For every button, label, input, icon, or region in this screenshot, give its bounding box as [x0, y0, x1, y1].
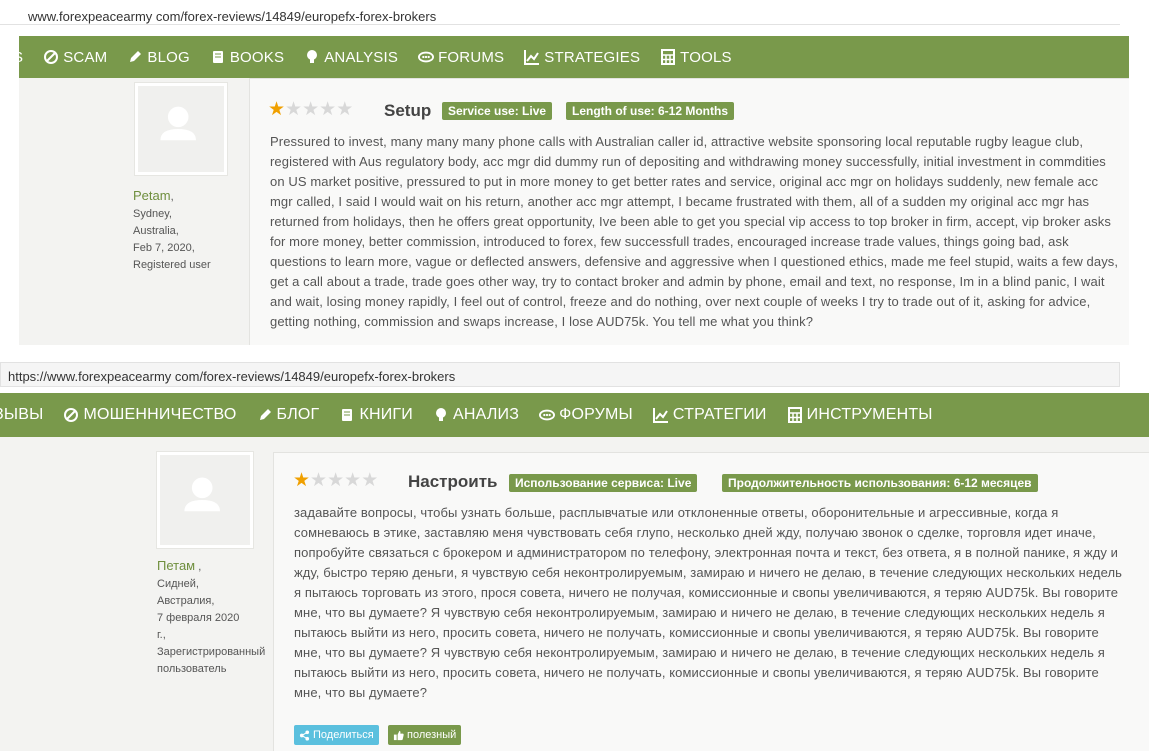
review-body: задавайте вопросы, чтобы узнать больше, … — [294, 505, 1123, 700]
page-url[interactable]: https://www.forexpeacearmy com/forex-rev… — [8, 369, 455, 384]
nav-label: BLOG — [147, 48, 190, 66]
book-icon — [342, 409, 353, 421]
nav-label: ЗЫВЫ — [0, 406, 44, 423]
review-date: 7 февраля 2020 г., — [157, 612, 240, 641]
reviewer-name[interactable]: Петам — [157, 558, 195, 573]
page-url[interactable]: www.forexpeacearmy com/forex-reviews/148… — [28, 9, 436, 24]
review-body: Pressured to invest, many many many phon… — [270, 134, 1119, 329]
nav-item-scam[interactable]: МОШЕННИЧЕСТВО — [63, 406, 236, 424]
chat-icon — [418, 51, 435, 63]
star-empty-icon: ★ — [336, 99, 354, 120]
reviewer-name[interactable]: Petam — [133, 188, 171, 203]
nav-label: S — [13, 48, 24, 66]
avatar[interactable] — [135, 83, 227, 175]
english-screenshot: www.forexpeacearmy com/forex-reviews/148… — [0, 0, 1149, 345]
nav-label: FORUMS — [438, 48, 505, 66]
reviewer-country: Австралия, — [157, 595, 215, 607]
nav-item-truncated[interactable]: S — [13, 49, 23, 66]
chart-icon — [652, 408, 668, 423]
nav-label: АНАЛИЗ — [452, 406, 520, 423]
book-icon — [212, 51, 223, 63]
russian-screenshot: https://www.forexpeacearmy com/forex-rev… — [0, 362, 1149, 751]
star-empty-icon: ★ — [302, 99, 320, 120]
length-of-use-badge: Продолжительность использования: 6-12 ме… — [722, 474, 1038, 492]
nav-item-forums[interactable]: FORUMS — [418, 49, 504, 66]
useful-button[interactable]: полезный — [388, 725, 462, 745]
chart-icon — [524, 50, 540, 65]
review-title: Setup — [384, 101, 432, 120]
star-filled-icon: ★ — [293, 470, 311, 491]
star-empty-icon: ★ — [310, 470, 328, 491]
nav-item-books[interactable]: BOOKS — [210, 49, 284, 66]
pencil-icon — [259, 409, 271, 420]
share-label: Поделиться — [313, 729, 374, 741]
nav-item-truncated[interactable]: ЗЫВЫ — [0, 406, 43, 424]
ban-icon — [64, 408, 79, 422]
nav-item-strategies[interactable]: СТРАТЕГИИ — [652, 406, 767, 424]
bulb-icon — [307, 50, 318, 63]
nav-item-books[interactable]: КНИГИ — [339, 406, 413, 424]
nav-label: СТРАТЕГИИ — [672, 406, 767, 423]
nav-item-analysis[interactable]: ANALYSIS — [304, 49, 398, 66]
nav-item-tools[interactable]: TOOLS — [660, 49, 732, 66]
reviewer-city: Sydney, — [133, 208, 172, 220]
main-navigation: S SCAM BLOG BOOKS ANALYSIS FORUMS STRATE… — [13, 36, 1129, 78]
length-of-use-badge: Length of use: 6-12 Months — [566, 102, 734, 120]
share-icon — [299, 729, 310, 741]
star-empty-icon: ★ — [327, 470, 345, 491]
service-use-badge: Использование сервиса: Live — [509, 474, 698, 492]
chat-icon — [539, 409, 556, 421]
nav-label: ИНСТРУМЕНТЫ — [806, 406, 933, 423]
avatar[interactable] — [157, 452, 253, 548]
thumbs-up-icon — [393, 730, 404, 740]
nav-item-strategies[interactable]: STRATEGIES — [524, 49, 640, 66]
star-empty-icon: ★ — [285, 99, 303, 120]
nav-item-analysis[interactable]: АНАЛИЗ — [433, 406, 519, 424]
user-silhouette-icon — [184, 477, 220, 512]
star-empty-icon: ★ — [319, 99, 337, 120]
nav-label: БЛОГ — [276, 406, 320, 423]
nav-item-tools[interactable]: ИНСТРУМЕНТЫ — [787, 406, 933, 424]
useful-label: полезный — [407, 729, 457, 741]
service-use-badge: Service use: Live — [442, 102, 553, 120]
nav-label: SCAM — [63, 48, 108, 66]
main-navigation: ЗЫВЫ МОШЕННИЧЕСТВО БЛОГ КНИГИ АНАЛИЗ ФОР… — [0, 393, 1149, 437]
nav-label: МОШЕННИЧЕСТВО — [83, 406, 237, 423]
nav-item-forums[interactable]: ФОРУМЫ — [539, 406, 633, 424]
reviewer-city: Сидней, — [157, 578, 199, 590]
reviewer-status: Зарегистрированный пользователь — [157, 646, 266, 675]
rating-stars: ★ ★ ★ ★ ★ — [268, 100, 353, 119]
star-empty-icon: ★ — [344, 470, 362, 491]
calculator-icon — [787, 407, 802, 423]
user-silhouette-icon — [160, 106, 196, 141]
nav-item-scam[interactable]: SCAM — [43, 49, 107, 66]
star-empty-icon: ★ — [361, 470, 379, 491]
nav-label: ANALYSIS — [324, 48, 399, 66]
name-comma: , — [198, 561, 202, 573]
ban-icon — [44, 50, 59, 64]
nav-label: BOOKS — [229, 48, 285, 66]
share-button[interactable]: Поделиться — [294, 725, 379, 745]
nav-item-blog[interactable]: BLOG — [127, 48, 190, 66]
name-comma: , — [170, 191, 174, 203]
pencil-icon — [130, 51, 142, 62]
reviewer-status: Registered user — [133, 259, 211, 271]
nav-label: ФОРУМЫ — [559, 406, 633, 423]
nav-item-blog[interactable]: БЛОГ — [257, 406, 320, 424]
reviewer-info: Петам , Сидней, Австралия, 7 февраля 202… — [157, 557, 277, 678]
bulb-icon — [435, 408, 446, 421]
review-date: Feb 7, 2020, — [133, 242, 195, 254]
reviewer-country: Australia, — [133, 225, 179, 237]
rating-stars: ★ ★ ★ ★ ★ — [293, 471, 378, 490]
nav-label: STRATEGIES — [544, 48, 641, 66]
calculator-icon — [661, 49, 676, 65]
reviewer-info: Petam, Sydney, Australia, Feb 7, 2020, R… — [133, 187, 211, 274]
nav-label: КНИГИ — [359, 406, 413, 423]
nav-label: TOOLS — [680, 48, 732, 66]
review-title: Настроить — [408, 472, 498, 491]
star-filled-icon: ★ — [268, 99, 286, 120]
